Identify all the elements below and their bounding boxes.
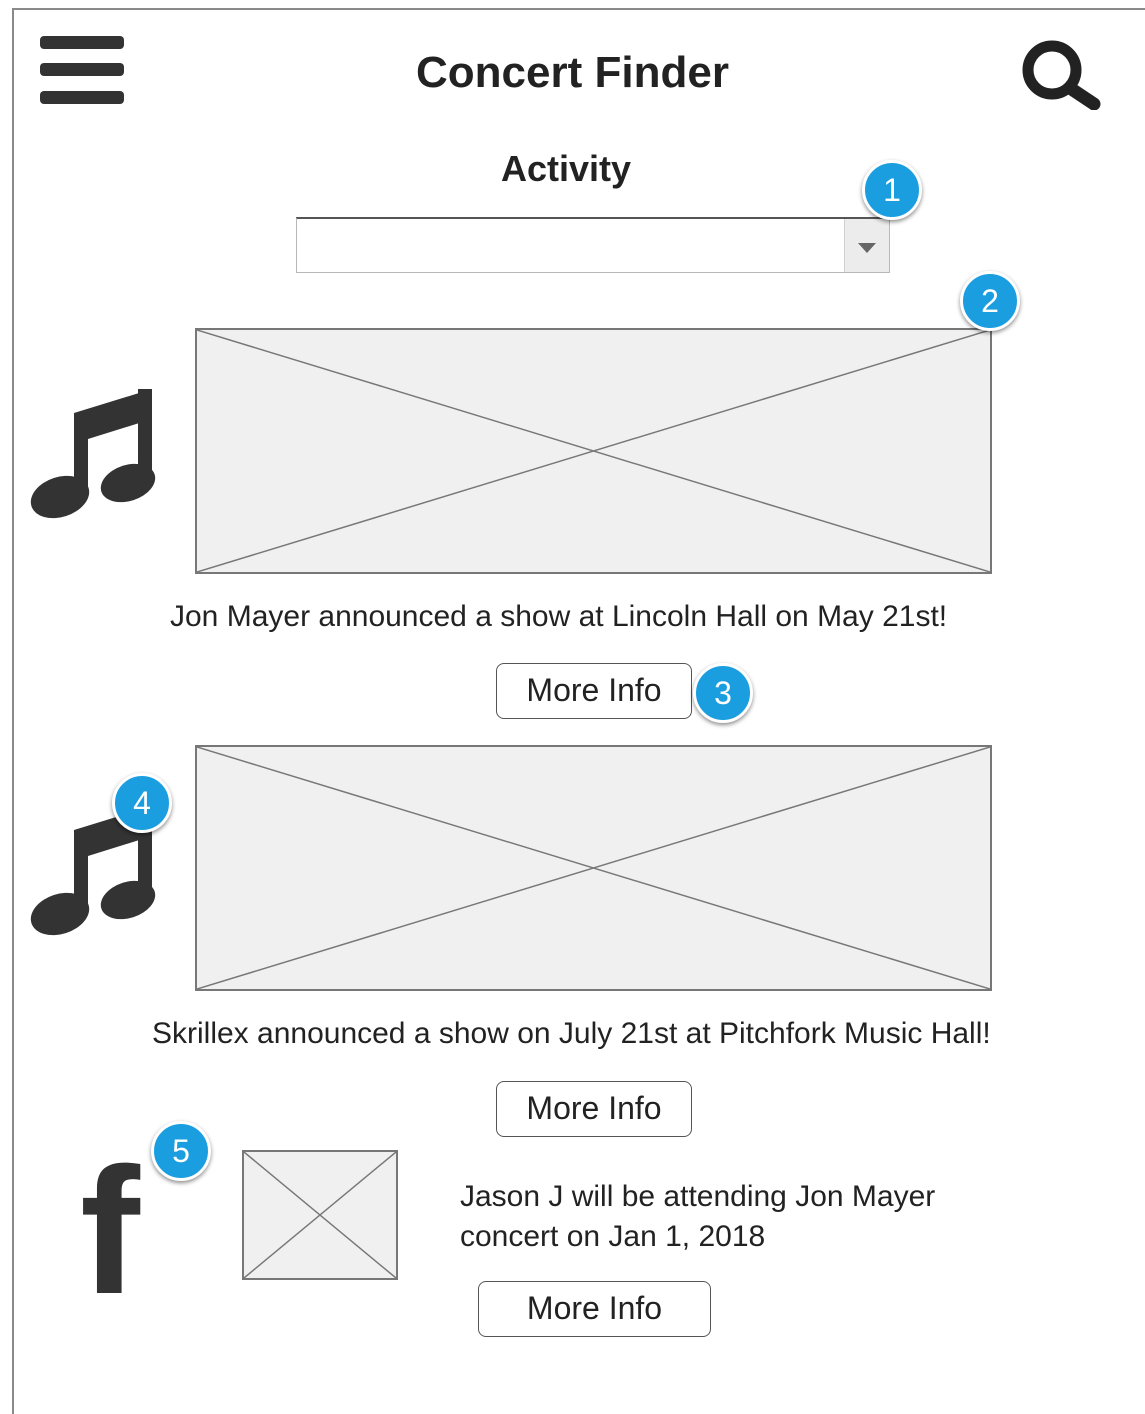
annotation-badge-3: 3 xyxy=(693,663,753,723)
annotation-badge-1: 1 xyxy=(862,160,922,220)
caret-down-icon[interactable] xyxy=(844,219,889,272)
social-text-line: concert on Jan 1, 2018 xyxy=(460,1220,766,1253)
facebook-icon: f xyxy=(80,1131,140,1332)
activity-dropdown[interactable] xyxy=(296,217,890,273)
search-icon[interactable] xyxy=(1014,38,1104,111)
annotation-badge-4: 4 xyxy=(112,773,172,833)
more-info-button[interactable]: More Info xyxy=(496,663,692,719)
annotation-badge-2: 2 xyxy=(960,271,1020,331)
activity-label: Activity xyxy=(500,148,632,189)
annotation-badge-5: 5 xyxy=(151,1121,211,1181)
concert-image-placeholder xyxy=(195,745,992,991)
concert-image-placeholder xyxy=(195,328,992,574)
more-info-button[interactable]: More Info xyxy=(478,1281,711,1337)
page-title: Concert Finder xyxy=(416,48,729,97)
social-activity-text: Jason J will be attending Jon Mayer conc… xyxy=(460,1177,935,1257)
music-note-icon xyxy=(30,385,160,525)
more-info-button[interactable]: More Info xyxy=(496,1081,692,1137)
social-text-line: Jason J will be attending Jon Mayer xyxy=(460,1180,936,1213)
feed-item-text: Jon Mayer announced a show at Lincoln Ha… xyxy=(170,600,948,633)
feed-item-text: Skrillex announced a show on July 21st a… xyxy=(152,1017,991,1050)
profile-image-placeholder xyxy=(242,1150,398,1280)
